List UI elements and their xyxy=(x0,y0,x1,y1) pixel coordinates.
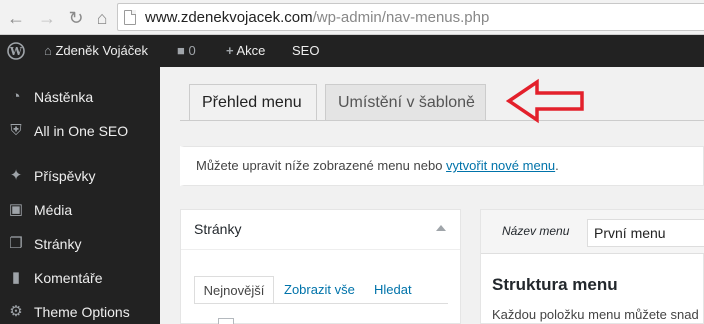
menu-edit-panel: Název menu První menu Struktura menu Kaž… xyxy=(480,209,704,324)
comment-icon: ▮ xyxy=(11,269,21,286)
sidebar-item-label: Nástěnka xyxy=(34,89,94,105)
page-icon xyxy=(124,10,136,25)
url-text: www.zdenekvojacek.com/wp-admin/nav-menus… xyxy=(145,9,489,26)
tab-most-recent[interactable]: Nejnovější xyxy=(194,276,274,304)
pages-panel: Stránky Nejnovější Zobrazit vše Hledat xyxy=(180,209,461,324)
sidebar-item-comments[interactable]: ▮ Komentáře xyxy=(0,261,160,295)
back-arrow-icon[interactable]: ← xyxy=(6,8,26,28)
sidebar-item-posts[interactable]: ✦ Příspěvky xyxy=(0,159,160,193)
seo-label: SEO xyxy=(292,43,320,58)
tab-search[interactable]: Hledat xyxy=(374,276,412,304)
svg-text:W: W xyxy=(9,45,23,58)
sidebar-item-label: Média xyxy=(34,202,73,218)
tab-divider xyxy=(180,120,704,121)
url-path: /wp-admin/nav-menus.php xyxy=(312,9,490,26)
site-name-link[interactable]: ⌂ Zdeněk Vojáček xyxy=(44,35,148,67)
home-icon[interactable]: ⌂ xyxy=(92,8,112,28)
media-icon: ▣ xyxy=(8,201,24,218)
sidebar-item-label: Theme Options xyxy=(34,304,130,320)
pages-panel-title: Stránky xyxy=(194,221,242,237)
new-content-link[interactable]: + Akce xyxy=(226,35,265,67)
sidebar-item-label: Komentáře xyxy=(34,270,103,286)
pages-panel-header[interactable]: Stránky xyxy=(181,210,460,250)
shield-icon: ⛨ xyxy=(10,122,22,139)
sidebar-item-pages[interactable]: ❐ Stránky xyxy=(0,227,160,261)
address-bar[interactable]: www.zdenekvojacek.com/wp-admin/nav-menus… xyxy=(117,3,704,31)
menu-notice: Můžete upravit níže zobrazené menu nebo … xyxy=(180,146,704,186)
sidebar-item-label: Příspěvky xyxy=(34,168,96,184)
admin-sidebar: ◔ Nástěnka ⛨ All in One SEO ✦ Příspěvky … xyxy=(0,67,160,324)
browser-toolbar: ← → ↻ ⌂ www.zdenekvojacek.com/wp-admin/n… xyxy=(0,0,704,35)
sidebar-item-label: All in One SEO xyxy=(34,123,129,139)
plus-icon: + xyxy=(226,43,234,58)
dashboard-icon: ◔ xyxy=(11,88,21,105)
pages-icon: ❐ xyxy=(9,235,23,252)
home-icon: ⌂ xyxy=(44,43,52,58)
reload-icon[interactable]: ↻ xyxy=(66,8,86,28)
comments-count: 0 xyxy=(188,43,196,58)
sidebar-item-seo[interactable]: ⛨ All in One SEO xyxy=(0,114,160,148)
page-checkbox[interactable] xyxy=(218,318,234,324)
pin-icon: ✦ xyxy=(9,167,23,184)
sidebar-item-label: Stránky xyxy=(34,236,82,252)
notice-end: . xyxy=(555,158,559,173)
comments-link[interactable]: ■ 0 xyxy=(177,35,196,67)
notice-text: Můžete upravit níže zobrazené menu nebo xyxy=(196,158,447,173)
tab-manage-locations[interactable]: Umístění v šabloně xyxy=(325,84,486,121)
site-name: Zdeněk Vojáček xyxy=(55,43,148,58)
comment-bubble-icon: ■ xyxy=(177,43,185,58)
tab-manage-menus[interactable]: Přehled menu xyxy=(189,84,317,121)
sidebar-item-media[interactable]: ▣ Média xyxy=(0,193,160,227)
sidebar-item-theme-options[interactable]: ⚙ Theme Options xyxy=(0,295,160,324)
seo-link[interactable]: SEO xyxy=(292,35,319,67)
menu-name-row: Název menu První menu xyxy=(481,210,704,254)
create-menu-link[interactable]: vytvořit nové menu xyxy=(446,158,555,173)
annotation-arrow-icon xyxy=(506,78,584,124)
menu-name-label: Název menu xyxy=(502,224,570,238)
collapse-arrow-icon[interactable] xyxy=(436,225,446,231)
gear-icon: ⚙ xyxy=(9,303,23,320)
admin-bar: W ⌂ Zdeněk Vojáček ■ 0 + Akce SEO xyxy=(0,35,704,67)
wordpress-logo-icon[interactable]: W xyxy=(7,35,27,67)
menu-structure-text: Každou položku menu můžete snad xyxy=(492,307,699,322)
menu-structure-title: Struktura menu xyxy=(492,275,618,294)
sidebar-item-dashboard[interactable]: ◔ Nástěnka xyxy=(0,80,160,114)
menu-name-input[interactable]: První menu xyxy=(587,219,704,247)
url-domain: www.zdenekvojacek.com xyxy=(145,9,313,26)
forward-arrow-icon[interactable]: → xyxy=(37,8,57,28)
inner-tab-divider xyxy=(194,303,448,304)
new-label: Akce xyxy=(236,43,266,58)
tab-view-all[interactable]: Zobrazit vše xyxy=(284,276,355,304)
